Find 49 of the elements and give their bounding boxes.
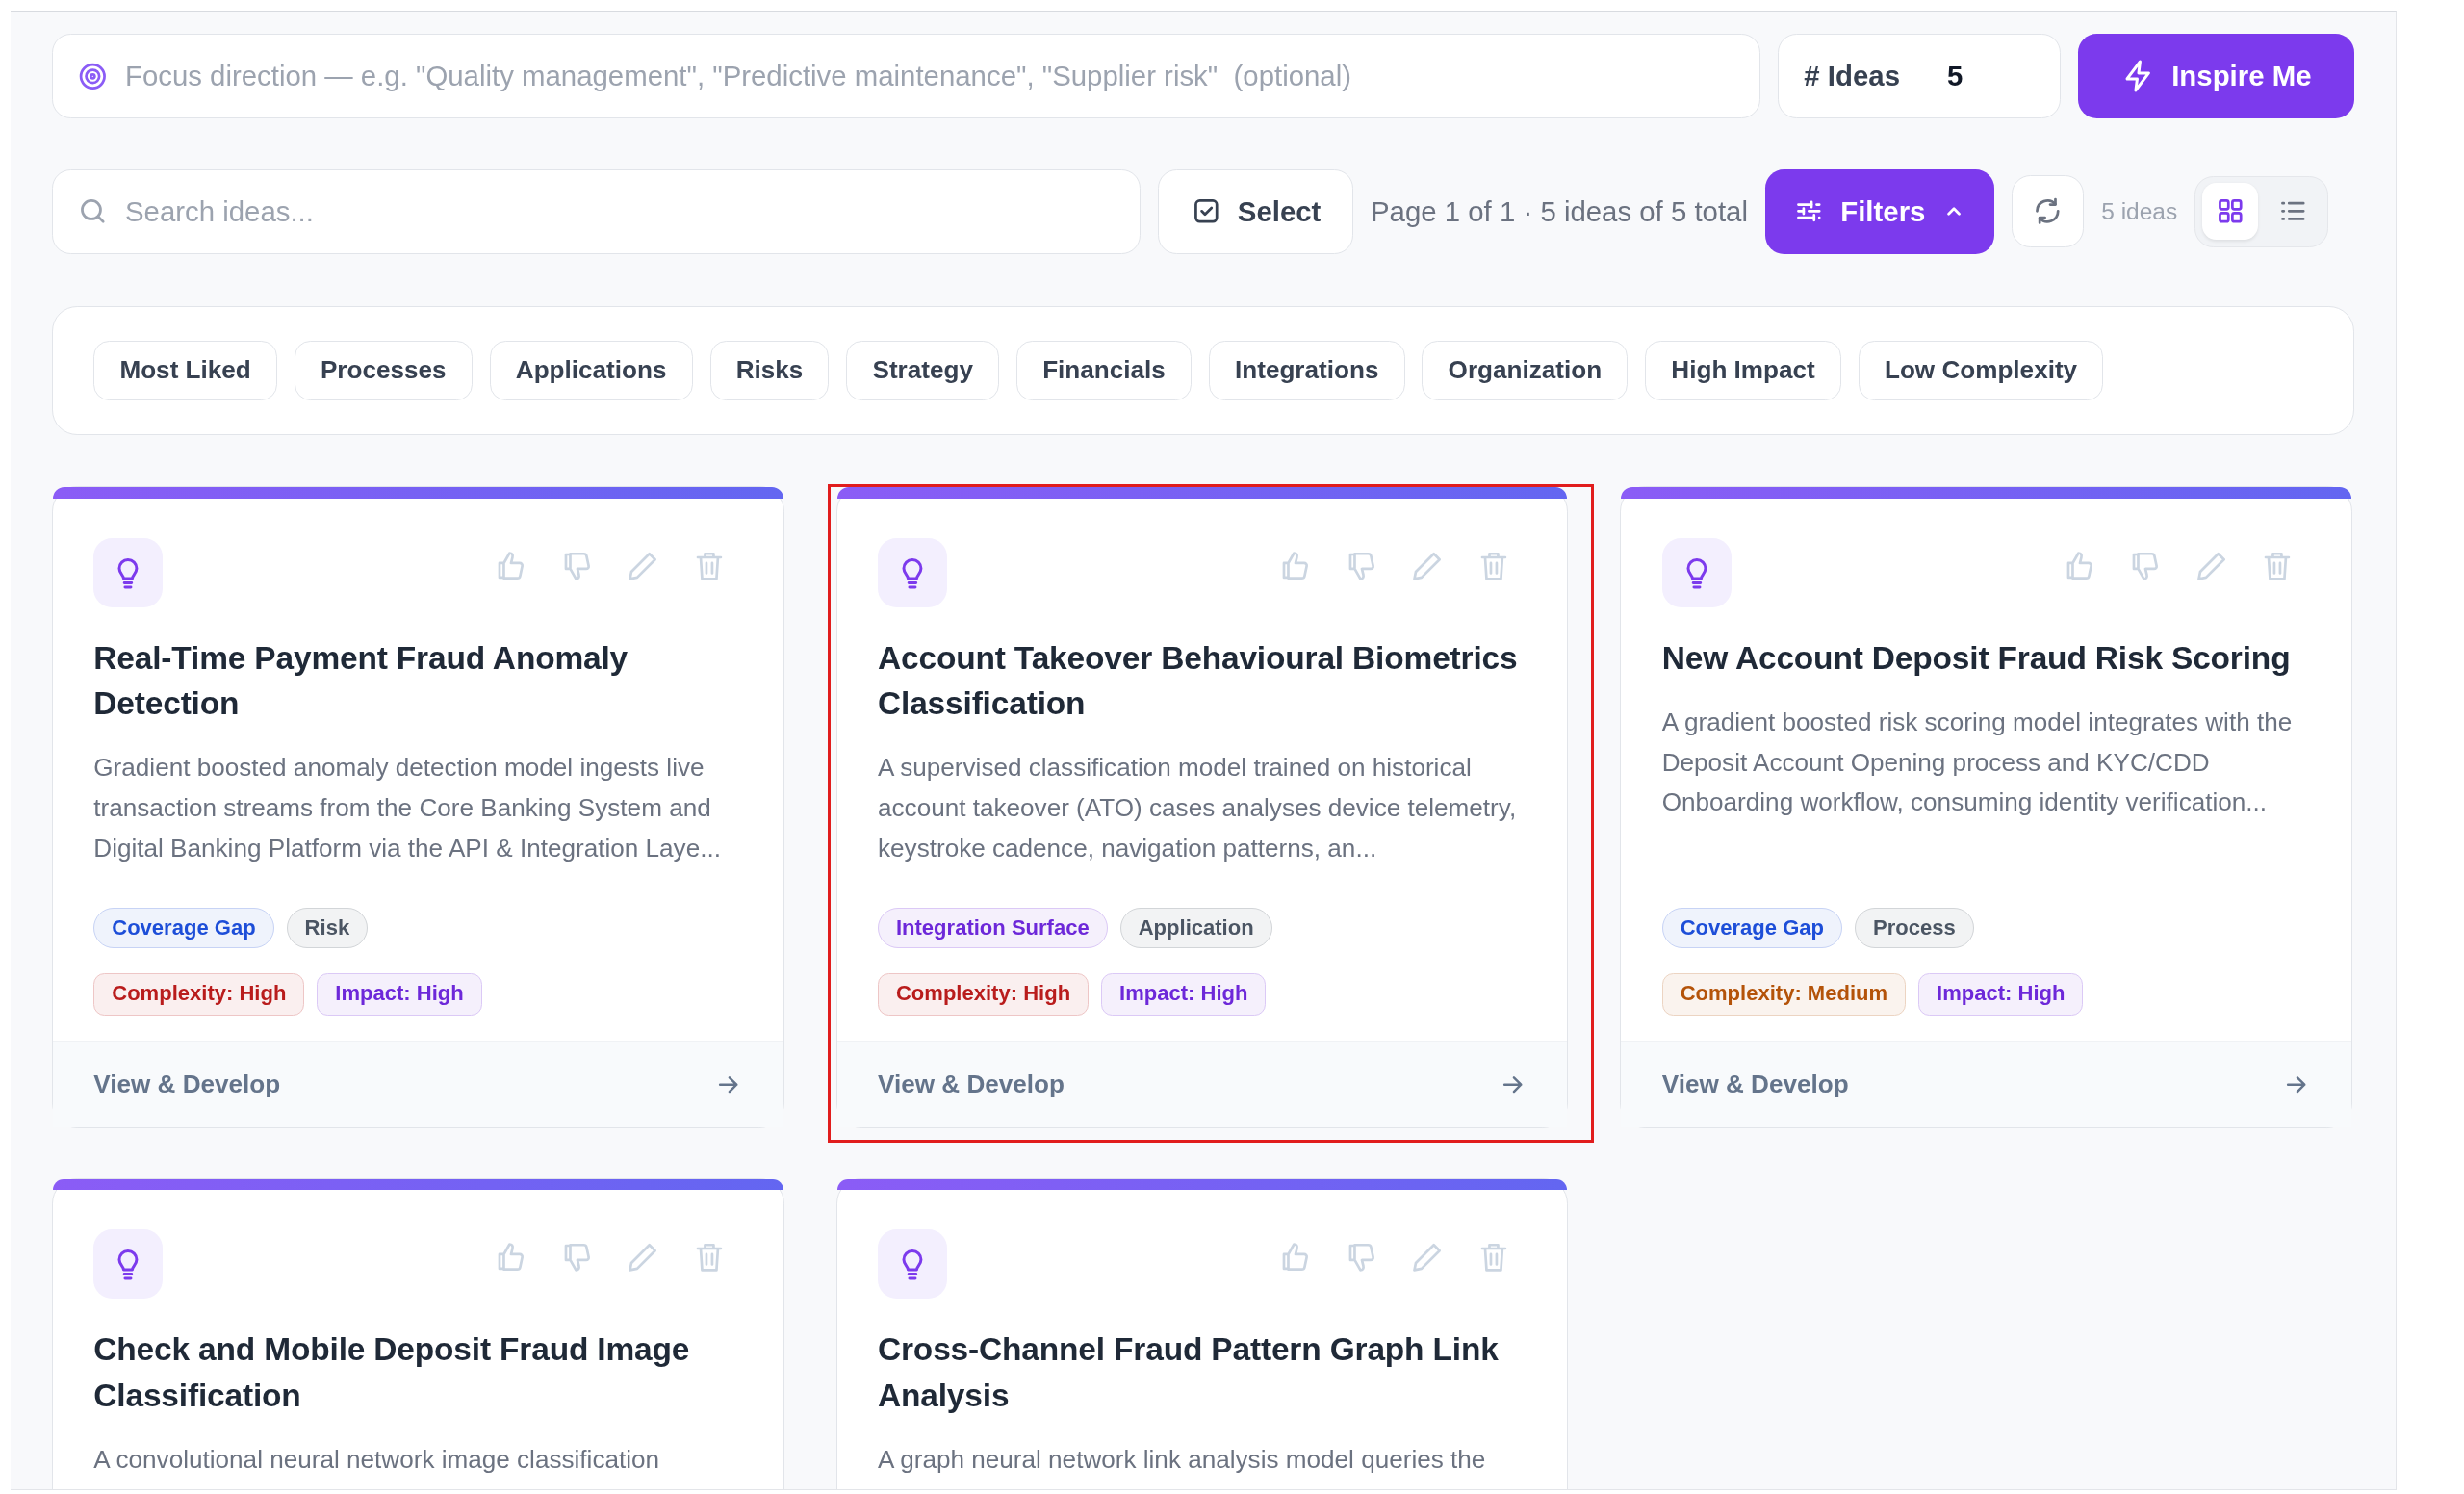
card-title: Account Takeover Behavioural Biometrics Classification — [878, 638, 1519, 724]
tag: Impact: High — [317, 973, 482, 1017]
filter-chip[interactable]: Most Liked — [93, 340, 277, 400]
card-title: Real-Time Payment Fraud Anomaly Detection — [93, 638, 629, 724]
card-title: New Account Deposit Fraud Risk Scoring — [1661, 638, 2292, 678]
tag: Complexity: High — [93, 973, 305, 1017]
filter-chip[interactable]: Organization — [1422, 340, 1629, 400]
select-button[interactable]: Select — [1158, 168, 1354, 254]
filters-button[interactable]: Filters — [1764, 168, 1995, 254]
view-develop-link[interactable]: View & Develop — [52, 1041, 783, 1127]
ideas-label: # Ideas — [1804, 60, 1900, 93]
tag: Impact: High — [1101, 973, 1267, 1017]
filter-chip[interactable]: Applications — [489, 340, 693, 400]
link-label: View & Develop — [878, 1069, 1065, 1099]
filter-chip[interactable]: Strategy — [846, 340, 1000, 400]
filter-chip[interactable]: High Impact — [1645, 340, 1841, 400]
tag: Process — [1855, 907, 1974, 949]
tag: Coverage Gap — [93, 907, 274, 949]
card-description: A supervised classification model trained on historical account takeover (ATO) cases analyses device telemetry, keystroke cadence, navigation patterns, an... — [878, 752, 1518, 864]
focus-field[interactable]: Focus direction — e.g. "Quality management", "Predictive maintenance", "Supplier risk" (optional) — [51, 34, 1761, 119]
refresh-button[interactable] — [2012, 175, 2085, 248]
card-description: A convolutional neural network image classification — [93, 1443, 661, 1476]
card-title: Check and Mobile Deposit Fraud Image Classification — [93, 1330, 691, 1415]
card-description: Gradient boosted anomaly detection model ingests live transaction streams from the Core Banking System and Digital Banking Platform via the API & Integration Laye... — [93, 752, 722, 864]
inspire-button[interactable]: Inspire Me — [2078, 34, 2355, 119]
tag: Impact: High — [1918, 973, 2084, 1017]
tag: Integration Surface — [878, 907, 1108, 949]
card-description: A graph neural network link analysis model queries the — [878, 1443, 1487, 1476]
tag: Complexity: High — [878, 973, 1090, 1017]
link-label: View & Develop — [93, 1069, 281, 1099]
filter-chip[interactable]: Financials — [1016, 340, 1192, 400]
view-develop-link[interactable]: View & Develop — [836, 1041, 1568, 1127]
page-info: Page 1 of 1 · 5 ideas of 5 total — [1371, 194, 1748, 228]
card-title: Cross-Channel Fraud Pattern Graph Link Analysis — [878, 1330, 1500, 1415]
filter-chip[interactable]: Integrations — [1208, 340, 1405, 400]
idea-count: 5 ideas — [2101, 197, 2178, 225]
grid-view-button[interactable] — [2201, 183, 2259, 241]
tag: Risk — [286, 907, 369, 949]
card-description: A gradient boosted risk scoring model integrates with the Deposit Account Opening process and KYC/CDD Onboarding workflow, consuming identity verification... — [1661, 707, 2294, 819]
tag: Coverage Gap — [1661, 907, 1842, 949]
tag: Application — [1119, 907, 1272, 949]
filter-chip[interactable]: Processes — [294, 340, 473, 400]
search-field[interactable]: Search ideas... — [51, 168, 1142, 254]
filter-chip[interactable]: Risks — [709, 340, 830, 400]
view-develop-link[interactable]: View & Develop — [1621, 1041, 2352, 1127]
filter-chip[interactable]: Low Complexity — [1858, 340, 2104, 400]
ideas-input[interactable]: 5 — [1943, 58, 2035, 94]
link-label: View & Develop — [1661, 1069, 1849, 1099]
tag: Complexity: Medium — [1661, 973, 1907, 1017]
